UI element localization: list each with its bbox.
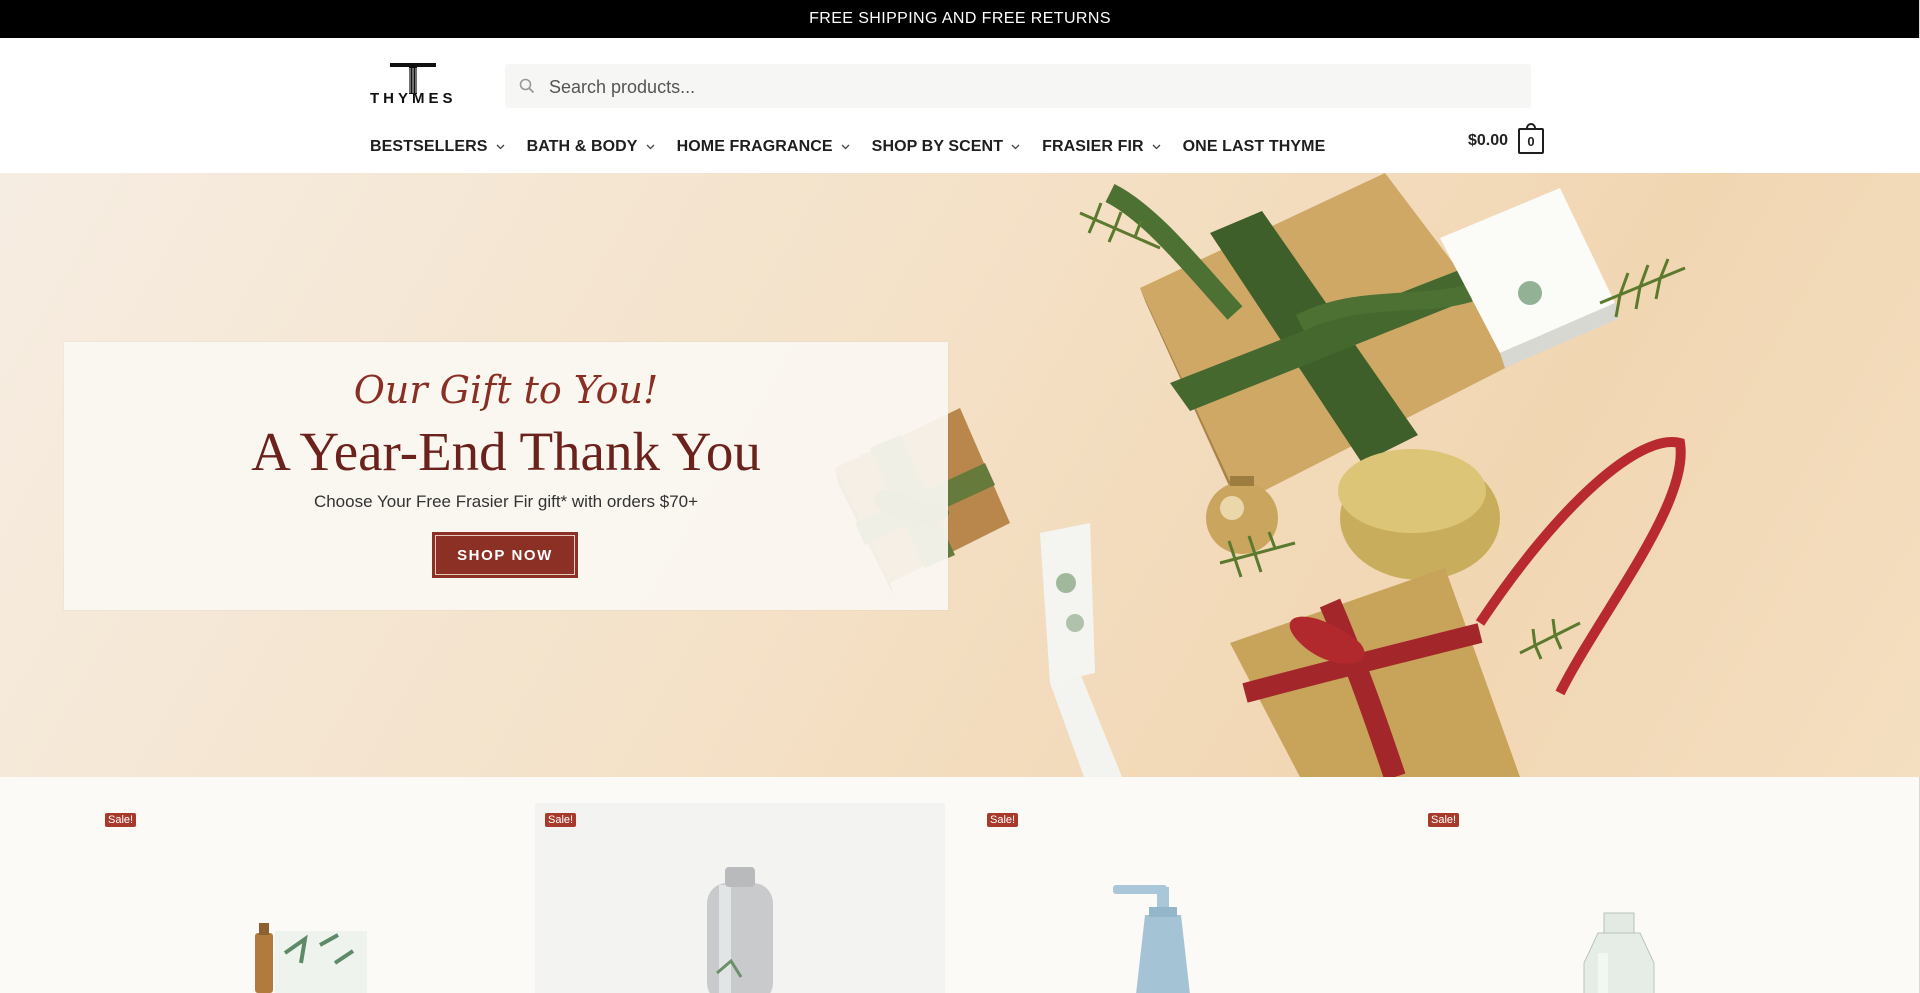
product-image [1583, 912, 1655, 993]
nav-item-bath-body[interactable]: BATH & BODY [527, 132, 655, 162]
nav-item-label: BESTSELLERS [370, 138, 488, 155]
cart-total: $0.00 [1468, 132, 1509, 149]
shop-now-button[interactable]: SHOP NOW [432, 532, 578, 578]
chevron-down-icon [841, 144, 850, 150]
product-card[interactable]: Sale! [95, 803, 505, 993]
product-image [1113, 885, 1190, 993]
announcement-bar: FREE SHIPPING AND FREE RETURNS [0, 0, 1920, 38]
hero-banner[interactable]: Our Gift to You! A Year-End Thank You Ch… [0, 173, 1920, 777]
chevron-down-icon [1152, 144, 1161, 150]
nav-item-label: HOME FRAGRANCE [676, 138, 833, 155]
hero-description: Choose Your Free Frasier Fir gift* with … [313, 492, 699, 511]
brand-wordmark[interactable]: THYMES [370, 90, 456, 107]
sale-badge: Sale! [105, 813, 137, 827]
nav-item-label: ONE LAST THYME [1182, 138, 1326, 155]
cart-button[interactable]: $0.00 0 [1468, 123, 1545, 154]
search-input[interactable] [547, 64, 1511, 110]
product-image [255, 923, 367, 993]
search-bar[interactable] [505, 64, 1531, 110]
chevron-down-icon [646, 144, 655, 150]
product-card[interactable]: Sale! [977, 803, 1387, 993]
nav-item-home-fragrance[interactable]: HOME FRAGRANCE [677, 132, 850, 162]
nav-item-label: SHOP BY SCENT [871, 138, 1004, 155]
site-header: THYMES BESTSELLERS BATH & BODY HOME FRAG… [0, 38, 1920, 173]
product-card[interactable]: Sale! [535, 803, 945, 993]
chevron-down-icon [496, 144, 505, 150]
sale-badge: Sale! [545, 813, 577, 827]
product-grid: Sale! Sale! Sale! Sale! [0, 777, 1920, 993]
hero-title: A Year-End Thank You [251, 421, 761, 482]
cart-count: 0 [1527, 133, 1535, 149]
nav-item-frasier-fir[interactable]: FRASIER FIR [1042, 132, 1161, 162]
announcement-text: FREE SHIPPING AND FREE RETURNS [809, 10, 1111, 27]
main-nav: BESTSELLERS BATH & BODY HOME FRAGRANCE S… [370, 132, 1347, 162]
promo-panel: Our Gift to You! A Year-End Thank You Ch… [64, 342, 948, 610]
product-card[interactable]: Sale! [1418, 803, 1828, 993]
nav-item-label: BATH & BODY [526, 138, 638, 155]
chevron-down-icon [1011, 144, 1020, 150]
nav-item-one-last-thyme[interactable]: ONE LAST THYME [1183, 132, 1326, 162]
sale-badge: Sale! [987, 813, 1019, 827]
cart-bag-icon: 0 [1518, 123, 1545, 154]
sale-badge: Sale! [1428, 813, 1460, 827]
hero-subtitle: Our Gift to You! [353, 368, 659, 412]
nav-item-bestsellers[interactable]: BESTSELLERS [370, 132, 505, 162]
nav-item-label: FRASIER FIR [1042, 138, 1144, 155]
nav-item-shop-by-scent[interactable]: SHOP BY SCENT [872, 132, 1020, 162]
product-image [707, 867, 773, 993]
search-icon [519, 78, 535, 94]
